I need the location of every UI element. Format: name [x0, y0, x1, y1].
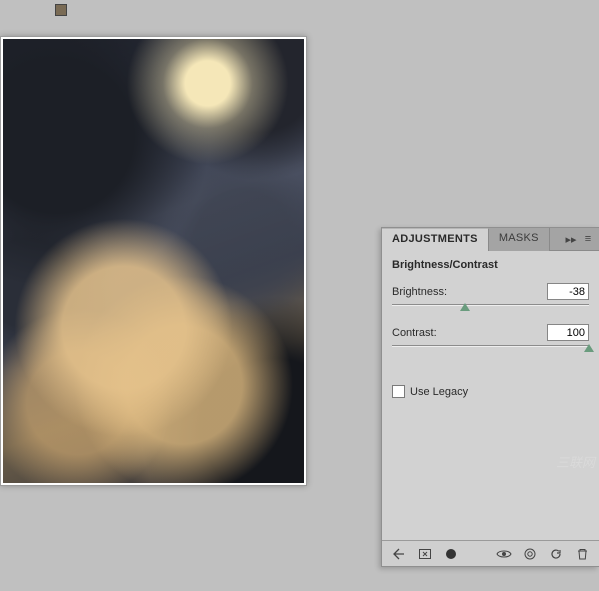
use-legacy-label: Use Legacy: [410, 386, 468, 398]
panel-footer: [382, 540, 599, 566]
use-legacy-checkbox[interactable]: Use Legacy: [392, 385, 589, 398]
brightness-input[interactable]: [547, 283, 589, 300]
contrast-label: Contrast:: [392, 327, 437, 339]
clip-icon[interactable]: [517, 543, 543, 565]
brightness-slider[interactable]: [392, 304, 589, 306]
contrast-slider-thumb[interactable]: [584, 344, 594, 352]
trash-icon[interactable]: [569, 543, 595, 565]
adjustment-title: Brightness/Contrast: [392, 259, 589, 271]
layer-mask-icon[interactable]: [438, 543, 464, 565]
expand-view-icon[interactable]: [412, 543, 438, 565]
tab-adjustments[interactable]: ADJUSTMENTS: [382, 228, 489, 251]
brightness-label: Brightness:: [392, 286, 447, 298]
brightness-row: Brightness:: [392, 283, 589, 306]
document-image: [3, 39, 304, 483]
panel-collapse-icon[interactable]: ▸▸: [564, 232, 578, 246]
canvas-area[interactable]: [0, 36, 307, 486]
contrast-input[interactable]: [547, 324, 589, 341]
panel-body: Brightness/Contrast Brightness: Contrast…: [382, 251, 599, 540]
reset-icon[interactable]: [543, 543, 569, 565]
checkbox-icon: [392, 385, 405, 398]
color-chip: [56, 5, 66, 15]
contrast-row: Contrast:: [392, 324, 589, 347]
panel-menu-icon[interactable]: ≡: [581, 232, 595, 246]
contrast-slider[interactable]: [392, 345, 589, 347]
adjustments-panel: ADJUSTMENTS MASKS ▸▸ ≡ Brightness/Contra…: [381, 227, 599, 567]
back-arrow-icon[interactable]: [386, 543, 412, 565]
brightness-slider-thumb[interactable]: [460, 303, 470, 311]
tab-masks[interactable]: MASKS: [489, 228, 550, 251]
eye-icon[interactable]: [491, 543, 517, 565]
panel-tabbar: ADJUSTMENTS MASKS ▸▸ ≡: [382, 228, 599, 251]
